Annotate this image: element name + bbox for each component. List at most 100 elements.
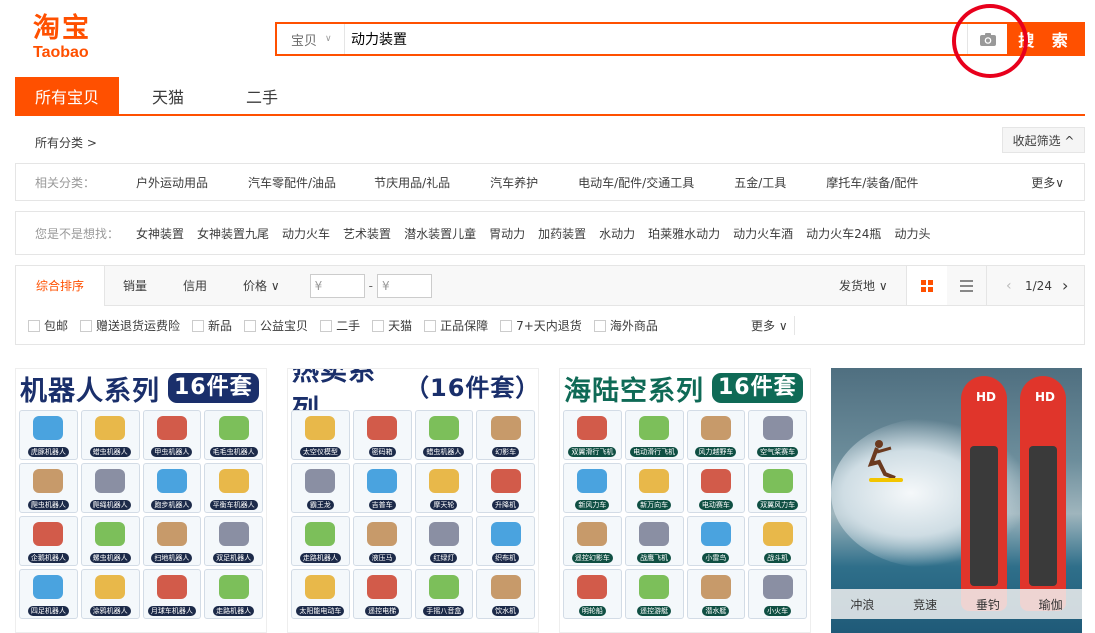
sort-sales[interactable]: 销量 <box>105 266 165 306</box>
product-thumbnail: 新风力车 <box>563 463 622 513</box>
related-category-link[interactable]: 汽车养护 <box>490 174 538 191</box>
toy-image <box>428 575 459 599</box>
suggestion-link[interactable]: 珀莱雅水动力 <box>648 225 720 242</box>
toy-image <box>33 469 64 493</box>
thumbnail-caption: 小火车 <box>764 606 792 616</box>
related-category-link[interactable]: 电动车/配件/交通工具 <box>578 174 694 191</box>
collapse-filter-button[interactable]: 收起筛选 ^ <box>1002 127 1085 153</box>
thumbnail-caption: 遥控幻影车 <box>571 553 613 563</box>
thumbnail-caption: 走路机器人 <box>213 606 255 616</box>
suggestion-link[interactable]: 女神装置九尾 <box>197 225 269 242</box>
filter-checkbox[interactable]: 正品保障 <box>424 317 488 334</box>
toy-image <box>33 575 64 599</box>
suggestion-link[interactable]: 动力火车 <box>282 225 330 242</box>
filter-checkbox[interactable]: 新品 <box>192 317 232 334</box>
filter-checkbox[interactable]: 天猫 <box>372 317 412 334</box>
search-input[interactable] <box>345 24 967 54</box>
prev-page-icon[interactable]: ‹ <box>1006 278 1012 294</box>
filter-label: 7+天内退货 <box>516 319 582 333</box>
product-thumbnail: 液压马 <box>352 516 412 566</box>
filter-more-button[interactable]: 更多 ∨ <box>751 317 788 334</box>
suggestion-link[interactable]: 潜水装置儿童 <box>404 225 476 242</box>
sort-default[interactable]: 综合排序 <box>16 265 106 306</box>
logo-cn: 淘宝 <box>33 13 91 44</box>
thumbnail-caption: 双翼滑行飞机 <box>568 447 617 457</box>
product-thumbnails: 双翼滑行飞机 电动滑行飞机 风力越野车 空气桨赛车 新风力车 新万向车 电动赛车 双翼风力车遥… <box>560 407 810 622</box>
thumbnail-caption: 吉普车 <box>368 500 396 510</box>
product-thumbnail: 爬虫机器人 <box>19 463 78 513</box>
sup-captions: 冲浪 竞速 垂钓 瑜伽 <box>831 589 1082 619</box>
toy-image <box>428 416 459 440</box>
thumbnail-caption: 密码箱 <box>368 447 396 457</box>
suggestion-link[interactable]: 动力火车24瓶 <box>806 225 881 242</box>
toy-image <box>700 416 731 440</box>
related-category-link[interactable]: 户外运动用品 <box>136 174 208 191</box>
list-view-icon <box>960 279 973 292</box>
thumbnail-caption: 液压马 <box>368 553 396 563</box>
checkbox-icon <box>320 319 333 332</box>
filter-checkbox[interactable]: 7+天内退货 <box>500 317 582 334</box>
toy-image <box>577 416 608 440</box>
thumbnail-caption: 战鹰飞机 <box>637 553 672 563</box>
toy-image <box>156 416 187 440</box>
all-categories-link[interactable]: 所有分类 > <box>35 134 97 151</box>
filter-checkbox[interactable]: 二手 <box>320 317 360 334</box>
taobao-logo[interactable]: 淘宝 Taobao <box>33 14 113 64</box>
suggestion-link[interactable]: 动力火车酒 <box>733 225 793 242</box>
thumbnail-caption: 螺虫机器人 <box>89 553 131 563</box>
product-card[interactable]: 热卖系列（16件套） 太空仪模型 密码箱 蜡虫机器人 幻影车霸王龙 吉普车 摩天轮 升降机走路… <box>287 368 539 633</box>
next-page-icon[interactable]: › <box>1062 276 1068 295</box>
related-category-link[interactable]: 汽车零配件/油品 <box>248 174 336 191</box>
sort-price[interactable]: 价格 ∨ <box>225 266 298 306</box>
product-thumbnail: 月球车机器人 <box>142 569 202 619</box>
thumbnail-caption: 虎豚机器人 <box>27 447 69 457</box>
suggestion-link[interactable]: 动力头 <box>894 225 930 242</box>
thumbnail-caption: 双足机器人 <box>213 553 255 563</box>
toy-image <box>639 416 670 440</box>
filter-checkbox[interactable]: 赠送退货运费险 <box>80 317 180 334</box>
toy-image <box>218 522 249 546</box>
tab-secondhand[interactable]: 二手 <box>217 77 307 114</box>
price-min-input[interactable]: ¥ <box>309 273 365 298</box>
related-more-button[interactable]: 更多∨ <box>1031 174 1064 191</box>
product-card[interactable]: 机器人系列 16件套 虎豚机器人 蜡虫机器人 甲虫机器人 毛毛虫机器人 爬虫机器人 爬绳机器人… <box>15 368 267 633</box>
search-category-select[interactable]: 宝贝 ∨ <box>277 24 345 54</box>
thumbnail-caption: 饮水机 <box>492 606 520 616</box>
related-category-link[interactable]: 节庆用品/礼品 <box>374 174 450 191</box>
grid-view-button[interactable] <box>907 266 947 305</box>
related-category-link[interactable]: 五金/工具 <box>734 174 786 191</box>
checkbox-icon <box>424 319 437 332</box>
suggestion-link[interactable]: 加药装置 <box>538 225 586 242</box>
list-view-button[interactable] <box>947 265 987 306</box>
product-card-sup[interactable]: HD HD 冲浪 竞速 垂钓 瑜伽 <box>831 368 1082 633</box>
tab-all[interactable]: 所有宝贝 <box>15 77 119 114</box>
toy-image <box>95 469 126 493</box>
sort-credit[interactable]: 信用 <box>165 266 225 306</box>
toy-image <box>700 469 731 493</box>
product-thumbnail: 织布机 <box>476 516 535 566</box>
thumbnail-caption: 风力越野车 <box>695 447 737 457</box>
product-thumbnail: 螺虫机器人 <box>80 516 140 566</box>
price-max-input[interactable]: ¥ <box>377 273 433 298</box>
product-card[interactable]: 海陆空系列 16件套 双翼滑行飞机 电动滑行飞机 风力越野车 空气桨赛车 新风力车 新万向车 电… <box>559 368 811 633</box>
toy-image <box>218 469 249 493</box>
suggestion-link[interactable]: 水动力 <box>599 225 635 242</box>
suggestion-link[interactable]: 女神装置 <box>136 225 184 242</box>
related-category-link[interactable]: 摩托车/装备/配件 <box>826 174 918 191</box>
suggestion-link[interactable]: 胃动力 <box>489 225 525 242</box>
product-thumbnail: 遥控游艇 <box>624 569 684 619</box>
tab-tmall[interactable]: 天猫 <box>123 77 213 114</box>
suggestion-link[interactable]: 艺术装置 <box>343 225 391 242</box>
ship-from-select[interactable]: 发货地 ∨ <box>821 266 906 306</box>
filter-checkbox[interactable]: 公益宝贝 <box>244 317 308 334</box>
product-badge: 16件套 <box>168 373 259 403</box>
thumbnail-caption: 电动赛车 <box>698 500 733 510</box>
thumbnail-caption: 手摇八音盒 <box>423 606 465 616</box>
product-thumbnail: 企鹅机器人 <box>19 516 78 566</box>
filter-label: 公益宝贝 <box>260 319 309 333</box>
page-indicator-label: 1/24 <box>1025 278 1052 293</box>
filter-checkbox[interactable]: 包邮 <box>28 317 68 334</box>
filter-checkbox[interactable]: 海外商品 <box>593 317 658 334</box>
suggest-label: 您是不是想找： <box>35 226 120 241</box>
thumbnail-caption: 蜡虫机器人 <box>89 447 131 457</box>
